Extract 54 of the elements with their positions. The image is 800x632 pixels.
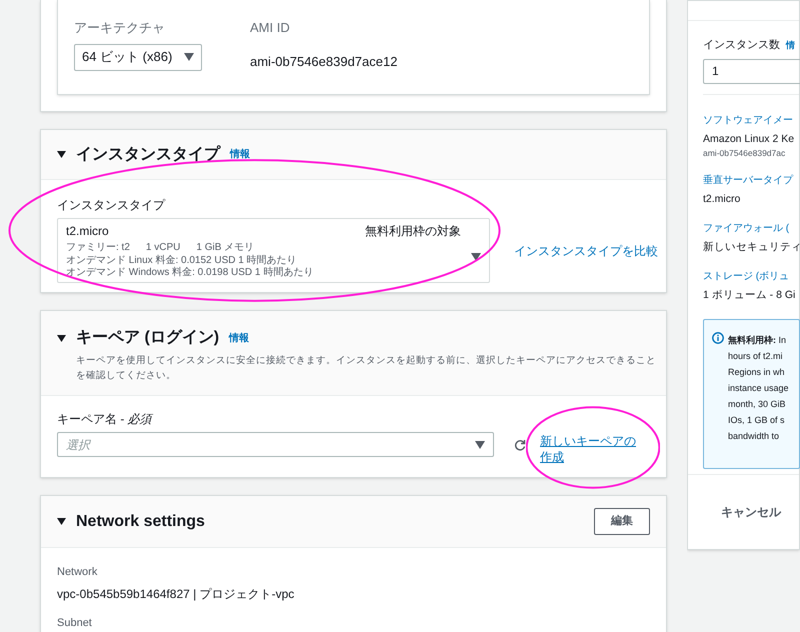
summary-value: 新しいセキュリティ <box>703 240 800 255</box>
summary-value: 1 ボリューム - 8 Gi <box>703 288 796 302</box>
expand-caret-icon[interactable] <box>57 518 66 525</box>
field-label: Subnet <box>57 616 93 630</box>
info-text: IOs, 1 GB of s <box>728 414 785 428</box>
info-text: month, 30 GiB <box>728 398 786 412</box>
field-value: vpc-0b545b59b1464f827 | プロジェクト-vpc <box>57 586 296 602</box>
field-label: AMI ID <box>250 19 291 37</box>
caret-icon <box>475 440 485 448</box>
pricing-text: オンデマンド Linux 料金: 0.0152 USD 1 時間あたり <box>66 255 298 266</box>
instance-type-select[interactable]: t2.micro 無料利用枠の対象 ファミリー: t2 1 vCPU 1 GiB メモリ オンデマンド Linux 料金: 0.0152 USD 1 時間あたり オンデマンド Windows 料金: 0.0198 USD 1 時間あたり <box>57 218 490 283</box>
instance-spec: ファミリー: t2 <box>66 241 130 255</box>
compare-link[interactable]: インスタンスタイプを比較 <box>514 242 658 260</box>
ami-id-value: ami-0b7546e839d7ace12 <box>250 52 398 70</box>
section-title: Network settings <box>76 512 205 532</box>
edit-button[interactable]: 編集 <box>594 508 650 535</box>
info-text: bandwidth to <box>728 430 780 444</box>
field-label: キーペア名 - 必須 <box>57 411 154 428</box>
info-text: hours of t2.mi <box>728 350 783 364</box>
summary-value: t2.micro <box>703 192 740 207</box>
instance-spec: 1 vCPU <box>146 241 180 254</box>
field-label: Network <box>57 565 98 580</box>
section-description: キーペアを使用してインスタンスに安全に接続できます。インスタンスを起動する前に、選択したキーペアにアクセスできることを確認してください。 <box>75 354 656 383</box>
field-label: アーキテクチャ <box>74 19 166 37</box>
summary-link[interactable]: ファイアウォール ( <box>703 220 790 236</box>
summary-link[interactable]: 垂直サーバータイプ <box>703 173 793 188</box>
instance-spec: 1 GiB メモリ <box>196 241 254 254</box>
expand-caret-icon[interactable] <box>57 151 66 158</box>
architecture-select[interactable]: 64 ビット (x86) <box>74 44 202 70</box>
free-tier-label: 無料利用枠の対象 <box>365 223 461 240</box>
summary-subtext: ami-0b7546e839d7ac <box>703 147 786 160</box>
info-text: instance usage <box>728 382 789 396</box>
key-pair-select[interactable]: 選択 <box>57 432 494 457</box>
info-link[interactable]: 情報 <box>229 330 250 346</box>
cancel-button[interactable]: キャンセル <box>721 503 781 521</box>
section-title: インスタンスタイプ <box>76 144 220 164</box>
expand-caret-icon[interactable] <box>57 334 66 342</box>
field-label: インスタンスタイプ <box>57 197 166 214</box>
summary-value: Amazon Linux 2 Ke <box>703 132 794 146</box>
info-link[interactable]: 情 <box>786 39 795 52</box>
info-text: 無料利用枠: In <box>728 334 786 348</box>
refresh-icon[interactable] <box>514 439 526 451</box>
caret-icon <box>184 53 194 61</box>
info-icon <box>712 332 724 344</box>
instance-count-field[interactable]: 1 <box>703 58 800 84</box>
section-title: キーペア (ログイン) <box>76 328 220 348</box>
field-label: インスタンス数 <box>703 38 780 53</box>
summary-link[interactable]: ソフトウェアイメー <box>703 112 793 128</box>
instance-type-name: t2.micro <box>66 223 109 240</box>
pricing-text: オンデマンド Windows 料金: 0.0198 USD 1 時間あたり <box>66 267 314 279</box>
info-link[interactable]: 情報 <box>230 147 250 162</box>
caret-icon <box>471 252 481 260</box>
summary-link[interactable]: ストレージ (ボリュ <box>703 268 790 284</box>
info-text: Regions in wh <box>728 366 785 380</box>
